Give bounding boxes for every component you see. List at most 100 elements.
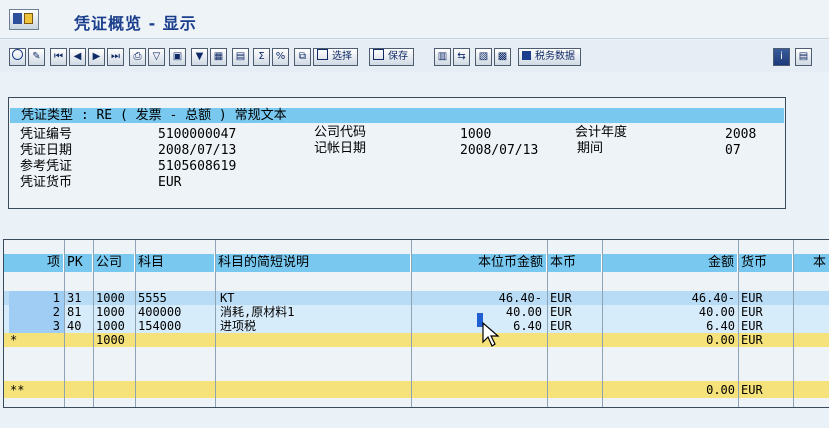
cell-account[interactable]: 154000 <box>138 319 214 333</box>
cell-lc-currency[interactable]: EUR <box>550 305 600 319</box>
cell-amount[interactable]: 6.40 <box>605 319 735 333</box>
doc-no-label: 凭证编号 <box>20 127 73 142</box>
entry-row-marker: * <box>10 333 18 347</box>
posting-date-value: 2008/07/13 <box>460 143 539 158</box>
header-icon[interactable]: ▤ <box>795 48 812 66</box>
mouse-pointer-icon <box>482 322 500 347</box>
window-title: 凭证概览 - 显示 <box>74 14 197 33</box>
next-page-icon[interactable]: ▶ <box>88 48 105 66</box>
document-flow-icon[interactable]: ⇆ <box>453 48 470 66</box>
total-currency: EUR <box>741 383 763 397</box>
col-header-amount[interactable]: 金额 <box>602 254 738 272</box>
cell-currency[interactable]: EUR <box>741 305 791 319</box>
ref-doc-value: 5105608619 <box>158 159 237 174</box>
copy-icon[interactable]: ⧉ <box>294 48 311 66</box>
currency-label: 凭证货币 <box>20 175 73 190</box>
cell-pk[interactable]: 81 <box>67 305 91 319</box>
subtotal-icon[interactable]: % <box>272 48 289 66</box>
col-sep <box>135 240 136 407</box>
filter-icon[interactable]: ▽ <box>148 48 165 66</box>
cell-pk[interactable]: 31 <box>67 291 91 305</box>
edit-pencil-icon[interactable]: ✎ <box>28 48 45 66</box>
entry-amount[interactable]: 0.00 <box>605 333 735 347</box>
col-header-lc-currency[interactable]: 本币 <box>547 254 602 272</box>
col-sep <box>64 240 65 407</box>
col-header-company[interactable]: 公司 <box>93 254 135 272</box>
cell-company[interactable]: 1000 <box>96 305 134 319</box>
print-icon[interactable]: ⎙ <box>129 48 146 66</box>
doc-no-value: 5100000047 <box>158 127 237 142</box>
period-value: 07 <box>725 143 741 158</box>
ref-doc-label: 参考凭证 <box>20 159 73 174</box>
document-type-line: 凭证类型 : RE ( 发票 - 总额 ) 常规文本 <box>21 108 287 123</box>
cell-lc-currency[interactable]: EUR <box>550 291 600 305</box>
col-sep <box>411 240 412 407</box>
posting-date-label: 记帐日期 <box>314 141 367 156</box>
cell-pk[interactable]: 40 <box>67 319 91 333</box>
col-header-lc-amount[interactable]: 本位币金额 <box>411 254 547 272</box>
cell-company[interactable]: 1000 <box>96 291 134 305</box>
col-sep <box>547 240 548 407</box>
cell-item[interactable]: 1 <box>9 291 60 305</box>
calculator-icon[interactable]: ▩ <box>494 48 511 66</box>
document-type-bar: 凭证类型 : RE ( 发票 - 总额 ) 常规文本 <box>10 108 784 123</box>
cell-amount[interactable]: 40.00 <box>605 305 735 319</box>
col-sep <box>93 240 94 407</box>
select-button[interactable]: 选择 <box>313 48 358 66</box>
cell-item[interactable]: 3 <box>9 319 60 333</box>
line-item-grid: 项 PK 公司 科目 科目的简短说明 本位币金额 本币 金额 货币 本 1 31… <box>3 239 829 408</box>
total-row-marker: ** <box>10 383 25 397</box>
fiscal-year-label: 会计年度 <box>575 125 628 140</box>
entry-currency[interactable]: EUR <box>741 333 791 347</box>
layout-icon[interactable]: ▣ <box>169 48 186 66</box>
col-sep <box>215 240 216 407</box>
document-overview-icon[interactable] <box>9 9 39 30</box>
total-amount: 0.00 <box>706 383 735 397</box>
doc-date-value: 2008/07/13 <box>158 143 237 158</box>
change-layout-icon[interactable]: ▤ <box>232 48 249 66</box>
col-header-item[interactable]: 项 <box>4 254 64 272</box>
col-header-more[interactable]: 本 <box>793 254 829 272</box>
save-button[interactable]: 保存 <box>369 48 414 66</box>
info-icon[interactable]: i <box>773 48 790 66</box>
cell-item[interactable]: 2 <box>9 305 60 319</box>
first-page-icon[interactable]: ⏮ <box>50 48 67 66</box>
display-icon[interactable] <box>9 48 26 66</box>
col-header-description[interactable]: 科目的简短说明 <box>215 254 411 272</box>
cell-account[interactable]: 400000 <box>138 305 214 319</box>
set-filter-icon[interactable]: ▼ <box>191 48 208 66</box>
gap-row <box>4 351 829 355</box>
last-page-icon[interactable]: ⏭ <box>107 48 124 66</box>
cell-amount[interactable]: 46.40- <box>605 291 735 305</box>
save-button-label: 保存 <box>388 51 408 62</box>
doc-date-label: 凭证日期 <box>20 143 73 158</box>
col-sep <box>602 240 603 407</box>
title-bar: 凭证概览 - 显示 <box>0 0 829 39</box>
cell-company[interactable]: 1000 <box>96 319 134 333</box>
previous-page-icon[interactable]: ◀ <box>69 48 86 66</box>
cell-currency[interactable]: EUR <box>741 319 791 333</box>
sum-icon[interactable]: Σ <box>253 48 270 66</box>
choose-layout-icon[interactable]: ▦ <box>210 48 227 66</box>
cell-description[interactable]: KT <box>220 291 408 305</box>
cell-description[interactable]: 进项税 <box>220 319 408 333</box>
col-header-pk[interactable]: PK <box>64 254 93 272</box>
cell-account[interactable]: 5555 <box>138 291 214 305</box>
fiscal-year-value: 2008 <box>725 127 757 142</box>
entry-view-icon[interactable]: ▧ <box>475 48 492 66</box>
tax-icon[interactable]: ▥ <box>434 48 451 66</box>
document-header-panel: 凭证类型 : RE ( 发票 - 总额 ) 常规文本 凭证编号 51000000… <box>8 97 786 209</box>
cell-currency[interactable]: EUR <box>741 291 791 305</box>
company-code-label: 公司代码 <box>314 125 367 140</box>
entry-company[interactable]: 1000 <box>96 333 134 347</box>
cell-description[interactable]: 消耗,原材料1 <box>220 305 408 319</box>
cell-lc-amount[interactable]: 46.40- <box>414 291 542 305</box>
col-header-account[interactable]: 科目 <box>135 254 215 272</box>
currency-value: EUR <box>158 175 182 190</box>
company-code-value: 1000 <box>460 127 492 142</box>
col-sep <box>738 240 739 407</box>
col-header-currency[interactable]: 货币 <box>738 254 793 272</box>
tax-data-button-label: 税务数据 <box>535 51 575 62</box>
tax-data-button[interactable]: 税务数据 <box>518 48 581 66</box>
cell-lc-currency[interactable]: EUR <box>550 319 600 333</box>
